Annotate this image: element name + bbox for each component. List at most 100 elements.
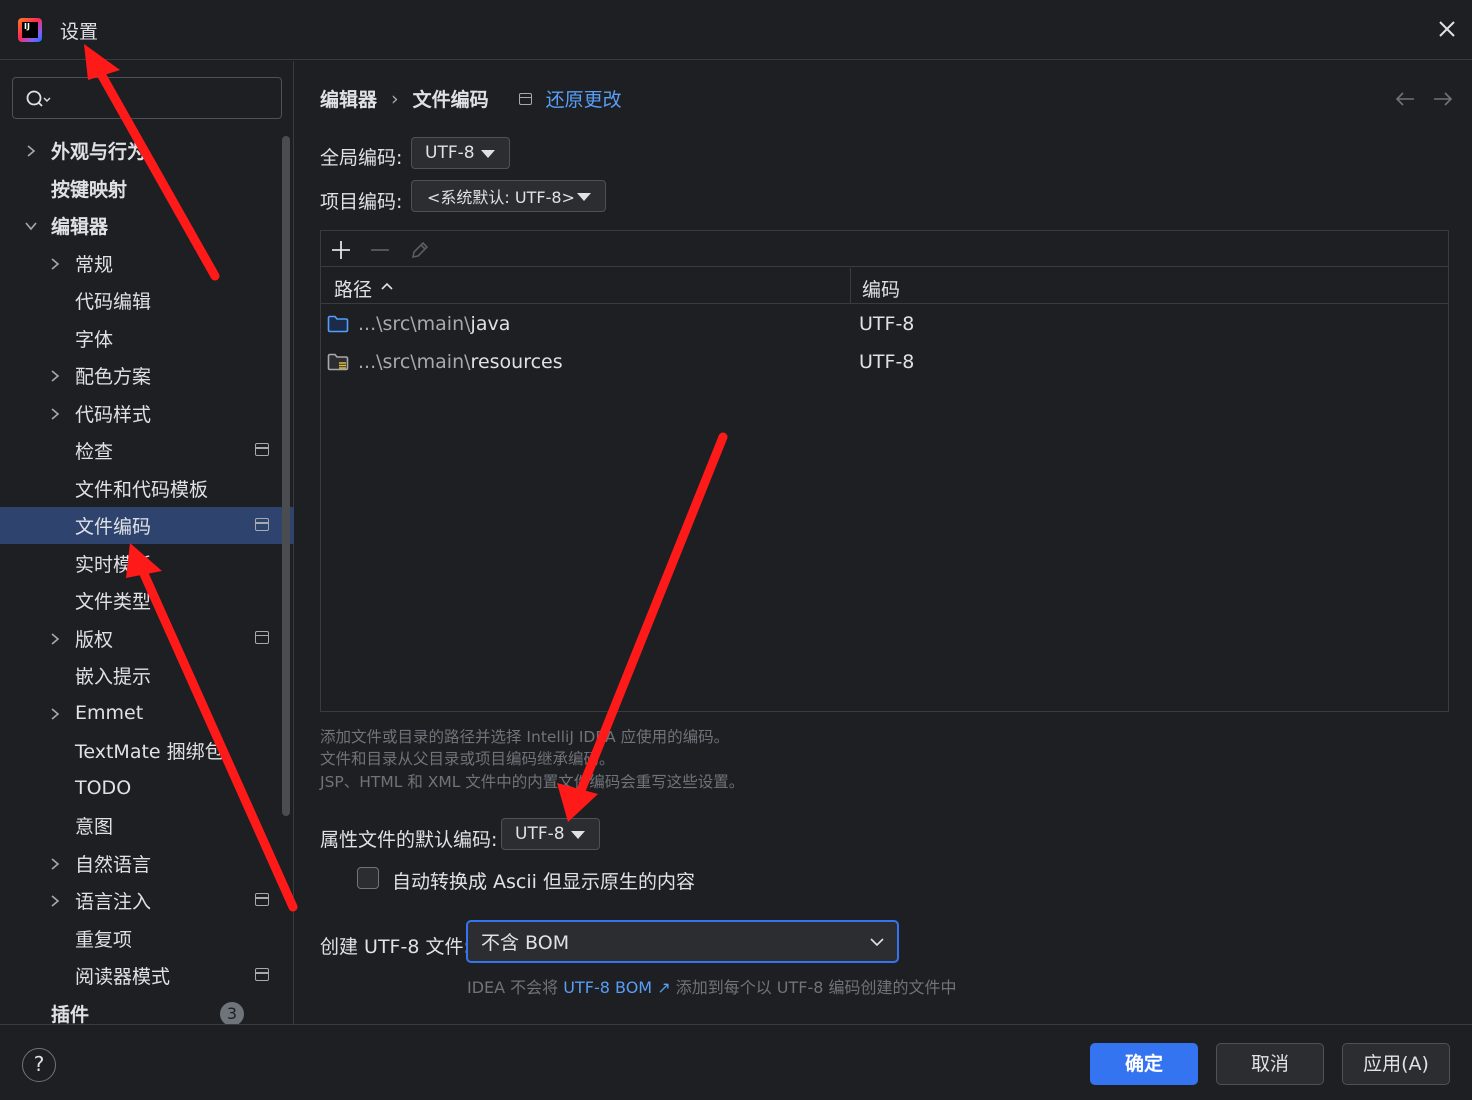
window-title: 设置 — [60, 21, 99, 43]
path-prefix: ...\src\main\ — [358, 313, 471, 335]
tree-item-file-encodings[interactable]: 文件编码 — [0, 507, 294, 544]
close-icon[interactable] — [1432, 14, 1462, 44]
tree-item-label: 常规 — [75, 253, 114, 276]
help-button[interactable]: ? — [22, 1048, 56, 1082]
tree-item-label: 文件编码 — [75, 516, 152, 538]
tree-item-live-templates[interactable]: 实时模板 — [0, 545, 294, 582]
project-scope-icon — [255, 630, 269, 644]
bom-value: 不含 BOM — [481, 932, 570, 954]
remove-icon[interactable] — [368, 238, 392, 262]
path-name: resources — [470, 351, 563, 373]
project-encoding-select[interactable]: <系统默认: UTF-8> — [411, 180, 606, 212]
tree-item-label: 编辑器 — [51, 216, 109, 238]
chevron-right-icon[interactable] — [48, 407, 62, 421]
chevron-right-icon[interactable] — [48, 257, 62, 271]
settings-search-input[interactable] — [12, 77, 282, 119]
tree-item-file-types[interactable]: 文件类型 — [0, 582, 294, 619]
arrow-left-icon[interactable] — [1393, 89, 1417, 109]
tree-item-todo[interactable]: TODO — [0, 770, 294, 807]
tree-item-label: 检查 — [75, 441, 114, 463]
global-encoding-select[interactable]: UTF-8 — [411, 137, 510, 169]
folder-icon — [327, 315, 349, 333]
chevron-down-icon — [870, 938, 884, 947]
bom-select[interactable]: 不含 BOM — [466, 920, 899, 963]
tree-item-label: TextMate 捆绑包 — [75, 741, 224, 763]
arrow-right-icon[interactable] — [1431, 89, 1455, 109]
tree-item-intentions[interactable]: 意图 — [0, 807, 294, 844]
resources-folder-icon — [327, 353, 349, 371]
tree-item-copyright[interactable]: 版权 — [0, 620, 294, 657]
global-encoding-value: UTF-8 — [425, 143, 475, 163]
encoding-cell: UTF-8 — [859, 313, 915, 335]
column-header-encoding[interactable]: 编码 — [862, 275, 900, 302]
settings-sidebar: 外观与行为 按键映射 编辑器 常规 代码编辑 字体 配色方案 代码样式 检查 文… — [0, 61, 294, 1026]
tree-item-code-editing[interactable]: 代码编辑 — [0, 282, 294, 319]
tree-item-code-style[interactable]: 代码样式 — [0, 395, 294, 432]
sort-ascending-icon[interactable] — [380, 281, 394, 291]
reset-changes-link[interactable]: 还原更改 — [546, 85, 622, 112]
project-scope-icon — [518, 92, 532, 105]
edit-pencil-icon[interactable] — [408, 238, 432, 262]
title-bar: IJ 设置 — [0, 0, 1472, 60]
tree-item-label: 重复项 — [75, 928, 133, 951]
table-header: 路径 编码 — [321, 268, 1448, 304]
tree-item-duplicates[interactable]: 重复项 — [0, 920, 294, 957]
tree-item-general[interactable]: 常规 — [0, 245, 294, 282]
chevron-right-icon[interactable] — [48, 894, 62, 908]
table-toolbar — [321, 231, 1448, 267]
tree-item-emmet[interactable]: Emmet — [0, 695, 294, 732]
column-header-path[interactable]: 路径 — [334, 275, 372, 302]
table-row[interactable]: ...\src\main\resources UTF-8 — [321, 343, 1448, 381]
project-scope-icon — [255, 443, 269, 456]
tree-item-file-templates[interactable]: 文件和代码模板 — [0, 470, 294, 507]
apply-button[interactable]: 应用(A) — [1342, 1043, 1450, 1085]
chevron-right-icon[interactable] — [48, 632, 62, 646]
bom-hint: IDEA 不会将 UTF-8 BOM ↗ 添加到每个以 UTF-8 编码创建的文… — [467, 974, 957, 998]
properties-encoding-select[interactable]: UTF-8 — [501, 818, 600, 850]
tree-item-label: 外观与行为 — [51, 141, 147, 163]
tree-item-appearance[interactable]: 外观与行为 — [0, 132, 294, 169]
dropdown-arrow-icon — [577, 193, 591, 201]
add-icon[interactable] — [329, 238, 353, 262]
ascii-conversion-checkbox[interactable] — [357, 867, 379, 889]
dialog-footer: ? 确定 取消 应用(A) — [0, 1024, 1472, 1100]
tree-item-inspections[interactable]: 检查 — [0, 432, 294, 469]
project-encoding-value: <系统默认: UTF-8> — [427, 188, 575, 207]
tree-item-label: 文件类型 — [75, 591, 152, 613]
chevron-right-icon[interactable] — [24, 144, 38, 158]
dropdown-arrow-icon — [481, 150, 495, 158]
ok-button[interactable]: 确定 — [1090, 1043, 1198, 1085]
search-icon — [26, 90, 51, 107]
chevron-right-icon[interactable] — [48, 707, 62, 721]
tree-item-font[interactable]: 字体 — [0, 320, 294, 357]
tree-item-editor[interactable]: 编辑器 — [0, 207, 294, 244]
tree-item-reader-mode[interactable]: 阅读器模式 — [0, 957, 294, 994]
global-encoding-label: 全局编码: — [320, 147, 403, 169]
dropdown-arrow-icon — [571, 831, 585, 839]
tree-item-label: 版权 — [75, 628, 114, 651]
tree-item-inlay-hints[interactable]: 嵌入提示 — [0, 657, 294, 694]
chevron-right-icon[interactable] — [48, 857, 62, 871]
tree-item-keymap[interactable]: 按键映射 — [0, 170, 294, 207]
ascii-conversion-label[interactable]: 自动转换成 Ascii 但显示原生的内容 — [392, 867, 695, 894]
cancel-button[interactable]: 取消 — [1216, 1043, 1324, 1085]
tree-item-natural-languages[interactable]: 自然语言 — [0, 845, 294, 882]
tree-item-label: 代码编辑 — [75, 291, 152, 313]
tree-item-label: 按键映射 — [51, 178, 128, 201]
chevron-down-icon[interactable] — [24, 219, 38, 233]
tree-item-label: 自然语言 — [75, 853, 152, 876]
sidebar-scrollbar[interactable] — [282, 136, 290, 816]
tree-item-language-injections[interactable]: 语言注入 — [0, 882, 294, 919]
chevron-right-icon[interactable] — [48, 369, 62, 383]
utf8-bom-link[interactable]: UTF-8 BOM ↗ — [563, 978, 670, 997]
breadcrumb-parent[interactable]: 编辑器 — [320, 85, 377, 112]
table-row[interactable]: ...\src\main\java UTF-8 — [321, 305, 1448, 343]
tree-item-textmate-bundles[interactable]: TextMate 捆绑包 — [0, 732, 294, 769]
tree-item-label: 配色方案 — [75, 366, 152, 388]
hint-line: 添加文件或目录的路径并选择 IntelliJ IDEA 应使用的编码。 — [320, 728, 730, 746]
plugins-update-badge: 3 — [220, 1001, 244, 1026]
settings-content: 编辑器 › 文件编码 还原更改 全局编码: UTF-8 项目编码: <系统默认:… — [295, 61, 1472, 1024]
breadcrumb-current: 文件编码 — [412, 89, 489, 111]
tree-item-color-scheme[interactable]: 配色方案 — [0, 357, 294, 394]
column-divider[interactable] — [850, 268, 851, 304]
